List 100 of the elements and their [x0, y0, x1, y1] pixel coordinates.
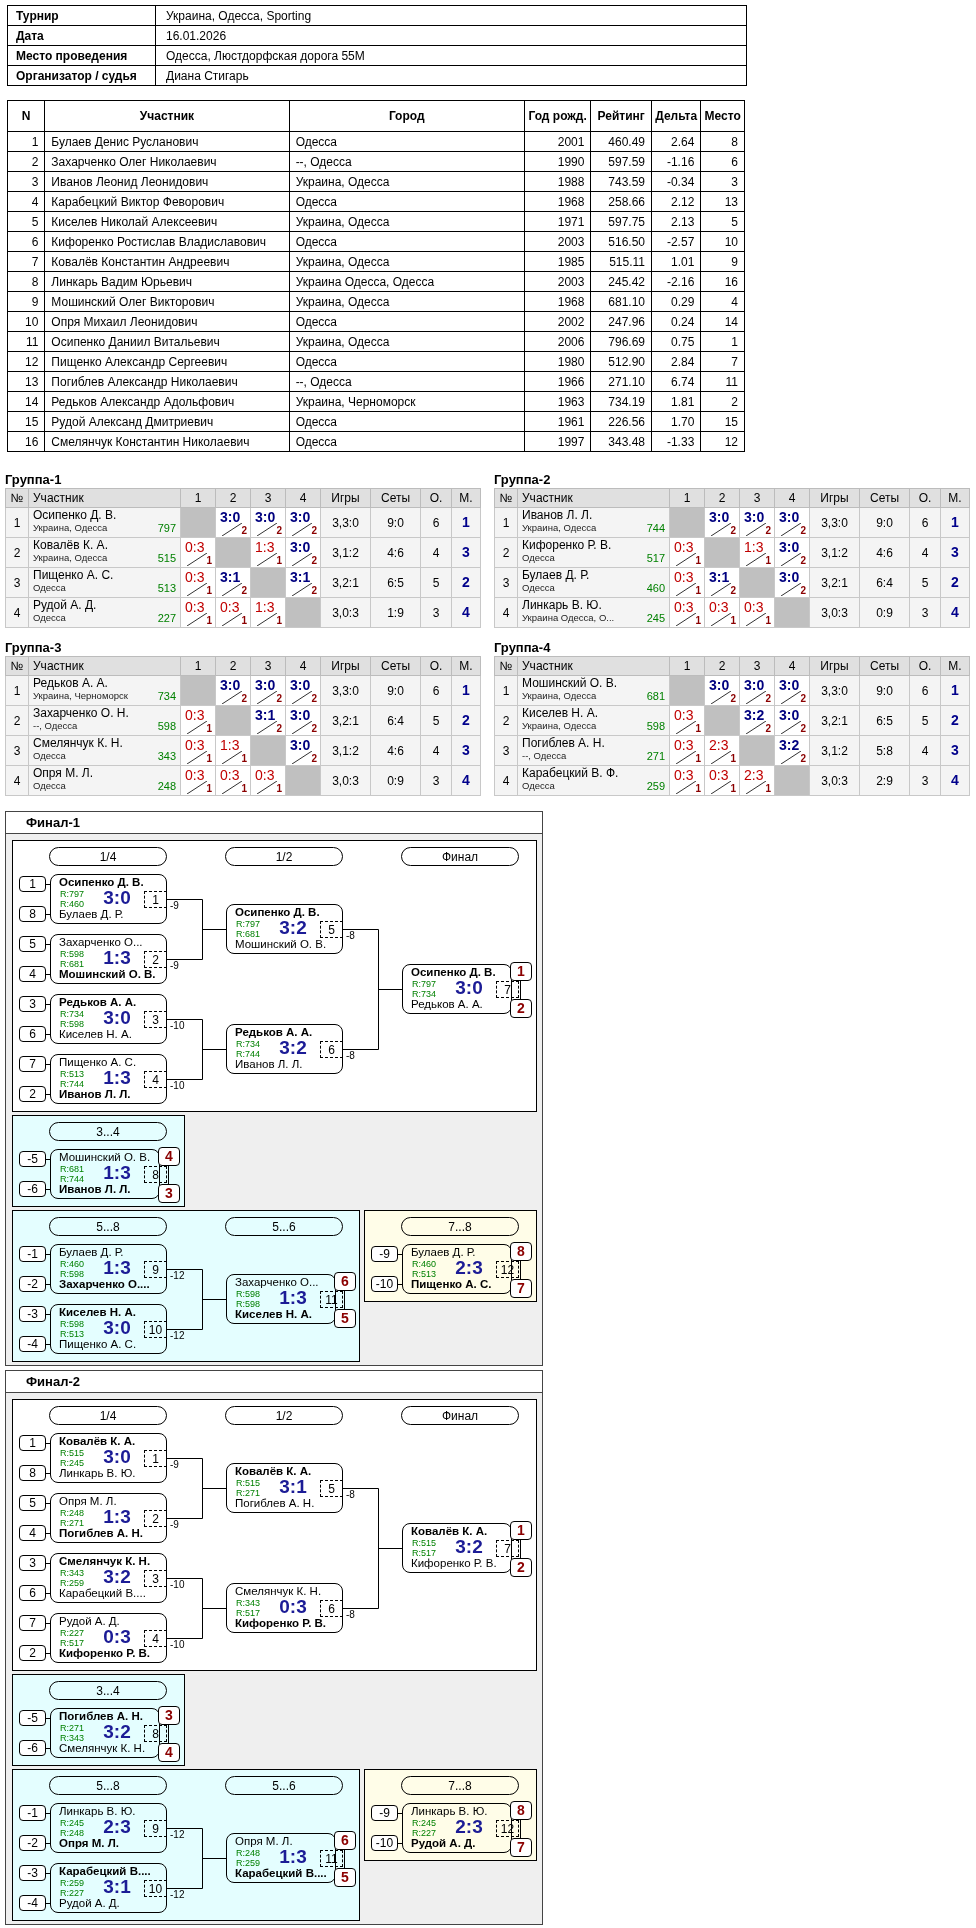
match-score: 0:3: [220, 600, 240, 615]
column-header: 3: [250, 656, 286, 676]
player-rating: 681: [646, 690, 665, 702]
diagonal-line: [711, 751, 731, 764]
player-name: Киселев Н. А.: [59, 1028, 132, 1041]
player-rating: R:517: [60, 1638, 85, 1648]
table-cell: 8: [7, 271, 45, 292]
table-cell: 4: [5, 765, 29, 796]
table-cell: 0:9: [370, 765, 421, 796]
table-cell: 1.70: [651, 411, 701, 432]
player-name: Булаев Д. Р.: [59, 1246, 124, 1259]
match-points: 2: [800, 525, 806, 536]
table-cell: Киселев Николай Алексеевич: [44, 211, 290, 232]
table-cell: 13: [7, 371, 45, 392]
match-points: 1: [695, 783, 701, 794]
match-points: 1: [206, 585, 212, 596]
section-title: Финал-2: [6, 1371, 542, 1393]
diagonal-line: [222, 751, 242, 764]
player-rating: R:245: [412, 1818, 437, 1828]
place-number: 6: [334, 1272, 356, 1291]
match-points: 2: [800, 723, 806, 734]
table-cell: 12: [700, 431, 745, 452]
table-cell: 1.01: [651, 251, 701, 272]
player-city: Украина, Одесса: [522, 690, 597, 702]
table-cell: 11: [7, 331, 45, 352]
match-score: 3:0: [779, 540, 800, 555]
match-points: 2: [241, 585, 247, 596]
player-name: Булаев Д. Р.: [59, 908, 124, 921]
player-rating: 248: [157, 780, 176, 792]
player-rating: R:744: [60, 1079, 85, 1089]
table-cell: 2:9: [859, 765, 910, 796]
match-score: 0:3: [255, 768, 275, 783]
seed-number: 3: [19, 1555, 46, 1571]
table-cell: 515.11: [590, 251, 652, 272]
match-score: 3:0: [255, 510, 276, 525]
match-score: 0:3: [185, 600, 205, 615]
table-cell: 0.75: [651, 331, 701, 352]
player-name: Опря М. Л.: [59, 1837, 119, 1850]
player-name: Иванов Л. Л.: [235, 1058, 303, 1071]
match-score: 3:2: [278, 918, 308, 938]
player-name: Мошинский О. В.: [59, 1151, 151, 1164]
player-name: Линкарь В. Ю.: [522, 598, 603, 612]
match-score: 3:0: [103, 1008, 132, 1028]
match-points: 1: [276, 615, 282, 626]
player-name: Киселев Н. А.: [235, 1308, 312, 1321]
diagonal-line: [187, 583, 207, 596]
match-points: 2: [241, 525, 247, 536]
diagonal-line: [187, 721, 207, 734]
player-name: Рудой А. Д.: [59, 1897, 120, 1910]
loser-target: -9: [170, 901, 179, 911]
column-header: О.: [420, 656, 452, 676]
seed-number: 8: [19, 906, 46, 922]
table-cell: 16: [700, 271, 745, 292]
player-city: Одесса: [522, 780, 555, 792]
match-points: 2: [800, 753, 806, 764]
player-rating: R:598: [236, 1299, 261, 1309]
match-score: 3:1: [278, 1477, 308, 1497]
match-points: 1: [765, 783, 771, 794]
field-value: Диана Стигарь: [155, 65, 747, 86]
seed-number: -5: [19, 1151, 46, 1167]
table-cell: 1990: [524, 151, 591, 172]
diagonal-line: [222, 613, 242, 626]
match-score: 3:2: [779, 738, 800, 753]
table-cell: Линкарь Вадим Юрьевич: [44, 271, 290, 292]
player-city: Украина, Одесса: [522, 522, 597, 534]
table-cell: Ковалёв Константин Андреевич: [44, 251, 290, 272]
table-cell: 3,0:3: [809, 597, 860, 628]
match-score: 3:0: [255, 678, 276, 693]
table-cell: Одесса: [289, 191, 525, 212]
column-header: 4: [285, 488, 321, 508]
player-name: Линкарь В. Ю.: [59, 1805, 136, 1818]
seed-number: 2: [19, 1086, 46, 1102]
match-score: 1:3: [102, 1507, 132, 1527]
table-cell: Погиблев Александр Николаевич: [44, 371, 290, 392]
column-header: Дельта: [651, 100, 701, 132]
diagonal-line: [257, 523, 277, 536]
table-cell: 2: [7, 151, 45, 172]
player-name: Киселев Н. А.: [59, 1306, 136, 1319]
table-cell: 226.56: [590, 411, 652, 432]
table-cell: 7: [7, 251, 45, 272]
diagonal-line: [257, 613, 277, 626]
table-cell: Украина Одесса, Одесса: [289, 271, 525, 292]
table-cell: 3,0:3: [809, 765, 860, 796]
player-name: Ковалёв К. А.: [235, 1465, 312, 1478]
match-score: 0:3: [674, 708, 694, 723]
player-name: Кифоренко Р. В.: [235, 1617, 327, 1630]
table-cell: 2006: [524, 331, 591, 352]
match-score: 0:3: [709, 600, 729, 615]
player-rating: R:598: [60, 1269, 85, 1279]
table-cell: 1: [5, 675, 29, 706]
loser-target: -10: [170, 1081, 185, 1091]
diagonal-line: [222, 583, 242, 596]
player-rating: R:744: [60, 1174, 85, 1184]
table-cell: 11: [700, 371, 745, 392]
player-rating: R:245: [60, 1458, 85, 1468]
match-points: 2: [800, 585, 806, 596]
match-score: 0:3: [674, 600, 694, 615]
table-cell: Одесса: [289, 431, 525, 452]
place-number: 6: [334, 1831, 356, 1850]
player-city: Одесса: [522, 552, 555, 564]
